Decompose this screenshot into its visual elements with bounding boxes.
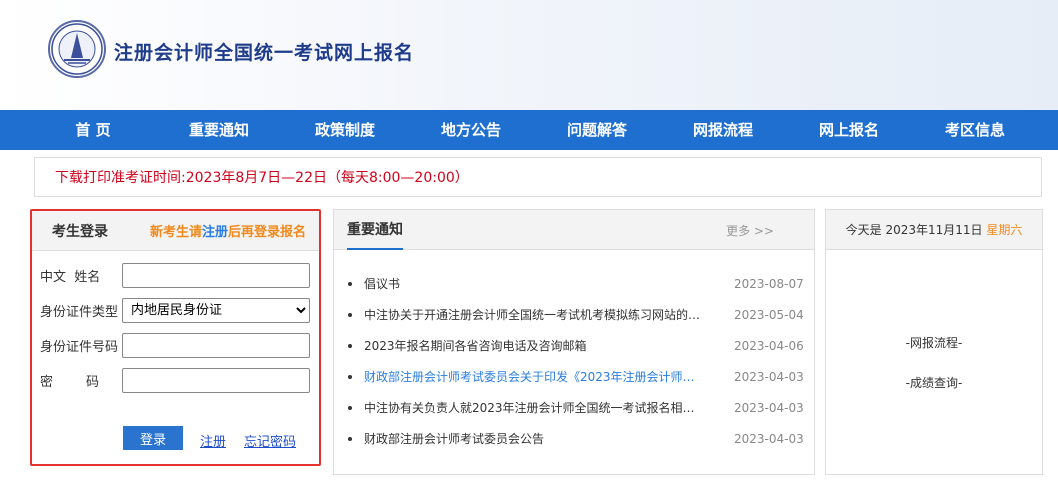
notice-banner: 下载打印准考证时间:2023年8月7日—22日（每天8:00—20:00）	[34, 157, 1042, 197]
login-tip-pre: 新考生请	[150, 225, 203, 240]
news-item-title[interactable]: 财政部注册会计师考试委员会关于印发《2023年注册会计师全国统一考试报名简章》的…	[364, 368, 704, 385]
nav-registration-process[interactable]: 网报流程	[660, 110, 786, 150]
idtype-label: 身份证件类型	[40, 305, 119, 320]
list-item: 财政部注册会计师考试委员会关于印发《2023年注册会计师全国统一考试报名简章》的…	[348, 361, 808, 392]
news-item-date: 2023-04-03	[734, 369, 804, 384]
news-item-date: 2023-05-04	[734, 307, 804, 322]
nav-important-notices[interactable]: 重要通知	[156, 110, 282, 150]
list-item: 财政部注册会计师考试委员会公告 2023-04-03	[348, 423, 808, 454]
bullet-icon	[348, 312, 352, 317]
idtype-select[interactable]: 内地居民身份证	[122, 298, 310, 323]
list-item: 倡议书 2023-08-07	[348, 268, 808, 299]
login-tip: 新考生请注册后再登录报名	[150, 221, 306, 240]
list-item: 2023年报名期间各省咨询电话及咨询邮箱 2023-04-06	[348, 330, 808, 361]
register-link[interactable]: 注册	[200, 431, 226, 450]
password-label: 密 码	[40, 375, 100, 390]
password-row: 密 码	[40, 368, 310, 393]
main-nav: 首 页 重要通知 政策制度 地方公告 问题解答 网报流程 网上报名 考区信息	[0, 110, 1058, 150]
news-item-title[interactable]: 财政部注册会计师考试委员会公告	[364, 430, 704, 447]
idnum-label: 身份证件号码	[40, 340, 119, 355]
bullet-icon	[348, 436, 352, 441]
date-header: 今天是 2023年11月11日 星期六	[826, 210, 1042, 250]
emblem-icon	[51, 23, 103, 75]
weekday: 星期六	[986, 223, 1023, 237]
nav-policies[interactable]: 政策制度	[282, 110, 408, 150]
nav-exam-area-info[interactable]: 考区信息	[912, 110, 1038, 150]
news-item-date: 2023-04-03	[734, 431, 804, 446]
name-label: 中文 姓名	[40, 270, 101, 285]
logo	[48, 20, 106, 78]
bullet-icon	[348, 281, 352, 286]
bullet-icon	[348, 374, 352, 379]
nav-online-registration[interactable]: 网上报名	[786, 110, 912, 150]
password-input[interactable]	[122, 368, 310, 393]
login-title: 考生登录	[52, 223, 108, 240]
more-link[interactable]: 更多 >>	[726, 222, 774, 239]
login-button[interactable]: 登录	[123, 426, 183, 450]
news-item-date: 2023-04-06	[734, 338, 804, 353]
name-row: 中文 姓名	[40, 263, 310, 288]
register-tip-link[interactable]: 注册	[202, 225, 228, 240]
score-query-link[interactable]: -成绩查询-	[826, 374, 1042, 391]
news-panel: 重要通知 更多 >> 倡议书 2023-08-07 中注协关于开通注册会计师全国统…	[333, 209, 815, 475]
list-item: 中注协关于开通注册会计师全国统一考试机考模拟练习网站的公告 2023-05-04	[348, 299, 808, 330]
site-title: 注册会计师全国统一考试网上报名	[114, 42, 415, 64]
idnum-input[interactable]	[122, 333, 310, 358]
news-item-title[interactable]: 倡议书	[364, 275, 704, 292]
idtype-row: 身份证件类型 内地居民身份证	[40, 298, 310, 323]
news-item-date: 2023-08-07	[734, 276, 804, 291]
login-header: 考生登录 新考生请注册后再登录报名	[32, 211, 319, 251]
login-panel: 考生登录 新考生请注册后再登录报名 中文 姓名 身份证件类型 内地居民身份证 身…	[30, 209, 321, 466]
bullet-icon	[348, 405, 352, 410]
list-item: 中注协有关负责人就2023年注册会计师全国统一考试报名相关问题答记者问 2023-…	[348, 392, 808, 423]
nav-local-announcements[interactable]: 地方公告	[408, 110, 534, 150]
news-header: 重要通知 更多 >>	[334, 210, 814, 250]
news-item-title[interactable]: 中注协关于开通注册会计师全国统一考试机考模拟练习网站的公告	[364, 306, 704, 323]
nav-faq[interactable]: 问题解答	[534, 110, 660, 150]
bullet-icon	[348, 343, 352, 348]
news-item-title[interactable]: 2023年报名期间各省咨询电话及咨询邮箱	[364, 337, 704, 354]
side-panel: 今天是 2023年11月11日 星期六 -网报流程- -成绩查询-	[825, 209, 1043, 475]
nav-home[interactable]: 首 页	[30, 110, 156, 150]
news-list: 倡议书 2023-08-07 中注协关于开通注册会计师全国统一考试机考模拟练习网站…	[348, 268, 808, 454]
name-input[interactable]	[122, 263, 310, 288]
news-item-date: 2023-04-03	[734, 400, 804, 415]
registration-process-link[interactable]: -网报流程-	[826, 334, 1042, 351]
news-title: 重要通知	[347, 210, 403, 250]
forgot-password-link[interactable]: 忘记密码	[244, 431, 296, 450]
idnum-row: 身份证件号码	[40, 333, 310, 358]
login-tip-post: 后再登录报名	[228, 225, 307, 240]
header: 注册会计师全国统一考试网上报名	[0, 0, 1058, 110]
today-text: 今天是 2023年11月11日	[845, 223, 987, 237]
news-item-title[interactable]: 中注协有关负责人就2023年注册会计师全国统一考试报名相关问题答记者问	[364, 399, 704, 416]
